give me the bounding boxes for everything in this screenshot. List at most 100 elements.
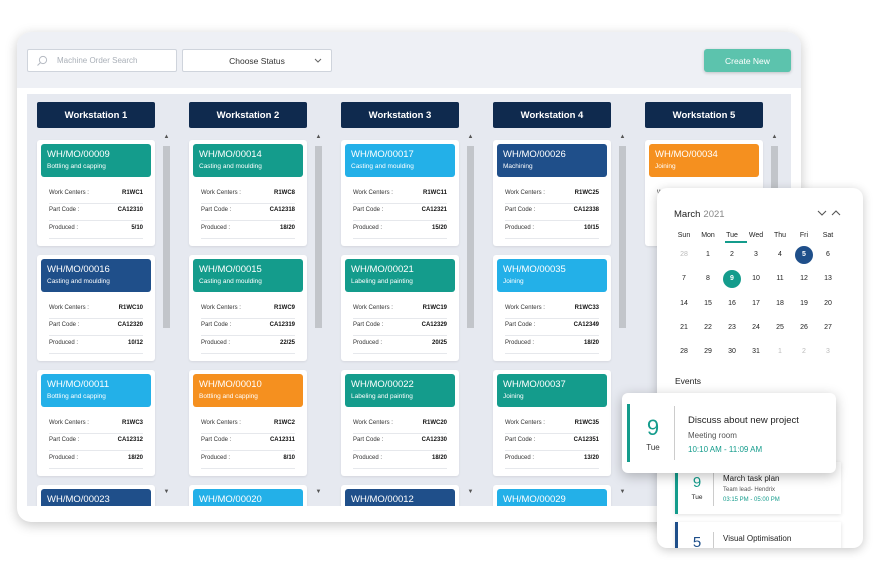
calendar-day[interactable]: 26 [795,319,813,337]
calendar-day[interactable]: 30 [723,343,741,361]
calendar-day[interactable]: 7 [675,270,693,288]
calendar-day[interactable]: 1 [699,246,717,264]
order-process: Bottling and capping [47,163,106,170]
scroll-down-icon[interactable]: ▼ [315,489,322,496]
scroll-up-icon[interactable]: ▲ [315,134,322,141]
scroll-down-icon[interactable]: ▼ [619,489,626,496]
order-card[interactable]: WH/MO/00015 Casting and moulding Work Cent… [189,255,307,361]
order-card[interactable]: WH/MO/00035 Joining Work Centers : R1WC33 Pa… [493,255,611,361]
order-card[interactable]: WH/MO/00026 Machining Work Centers : R1WC25… [493,140,611,246]
calendar-day[interactable]: 27 [819,319,837,337]
chevron-up-icon[interactable] [830,207,842,219]
order-card[interactable]: WH/MO/00017 Casting and moulding Work Cent… [341,140,459,246]
row-divider [201,433,295,434]
produced-label: Produced : [49,455,79,461]
order-card[interactable]: WH/MO/00022 Labeling and painting Work Cen… [341,370,459,476]
work-center-value: R1WC20 [422,420,447,426]
order-id: WH/MO/00020 [199,494,262,505]
search-box[interactable] [27,49,177,72]
calendar-day[interactable]: 23 [723,319,741,337]
order-card[interactable]: WH/MO/00021 Labeling and painting Work Cen… [341,255,459,361]
column-scrollbar[interactable]: ▲▼ [315,134,322,496]
calendar-day[interactable]: 25 [771,319,789,337]
calendar-day[interactable]: 14 [675,295,693,313]
order-card[interactable]: WH/MO/00011 Bottling and capping Work Cent… [37,370,155,476]
calendar-day[interactable]: 19 [795,295,813,313]
calendar-day[interactable]: 18 [771,295,789,313]
produced-row: Produced : 10/12 [49,340,143,352]
calendar-day[interactable]: 16 [723,295,741,313]
scrollbar-thumb[interactable] [467,146,474,328]
calendar-day[interactable]: 3 [819,343,837,361]
events-heading: Events [675,376,701,386]
calendar-day[interactable]: 28 [675,246,693,264]
search-input[interactable] [57,56,167,65]
scrollbar-thumb[interactable] [163,146,170,328]
calendar-day[interactable]: 17 [747,295,765,313]
event-weekday: Tue [691,494,703,501]
calendar-day[interactable]: 12 [795,270,813,288]
scrollbar-thumb[interactable] [619,146,626,328]
calendar-day[interactable]: 13 [819,270,837,288]
scroll-up-icon[interactable]: ▲ [771,134,778,141]
order-card-header: WH/MO/00017 Casting and moulding [345,144,455,177]
calendar-day[interactable]: 31 [747,343,765,361]
create-new-button[interactable]: Create New [704,49,791,72]
calendar-day[interactable]: 11 [771,270,789,288]
calendar-day[interactable]: 6 [819,246,837,264]
status-select[interactable]: Choose Status [182,49,332,72]
row-divider [353,318,447,319]
order-card-header: WH/MO/00015 Casting and moulding [193,259,303,292]
column-header: Workstation 2 [189,102,307,128]
calendar-day[interactable]: 22 [699,319,717,337]
column-scrollbar[interactable]: ▲▼ [163,134,170,496]
scroll-up-icon[interactable]: ▲ [163,134,170,141]
scroll-down-icon[interactable]: ▼ [163,489,170,496]
calendar-month: March 2021 [674,209,725,220]
calendar-day[interactable]: 1 [771,343,789,361]
event-card[interactable]: 5 Visual Optimisation [675,522,841,548]
scroll-up-icon[interactable]: ▲ [467,134,474,141]
calendar-day[interactable]: 2 [723,246,741,264]
event-popup[interactable]: 9 Tue Discuss about new project Meeting … [622,393,836,473]
order-id: WH/MO/00035 [503,264,566,275]
order-card[interactable]: WH/MO/00009 Bottling and capping Work Cent… [37,140,155,246]
order-card[interactable]: WH/MO/00029 [493,485,611,506]
calendar-day[interactable]: 2 [795,343,813,361]
calendar-day[interactable]: 9 [723,270,741,288]
work-center-row: Work Centers : R1WC33 [505,305,599,317]
calendar-day[interactable]: 10 [747,270,765,288]
scroll-down-icon[interactable]: ▼ [467,489,474,496]
calendar-day[interactable]: 21 [675,319,693,337]
work-center-row: Work Centers : R1WC2 [201,420,295,432]
calendar-day[interactable]: 24 [747,319,765,337]
order-card[interactable]: WH/MO/00016 Casting and moulding Work Cent… [37,255,155,361]
scroll-up-icon[interactable]: ▲ [619,134,626,141]
order-card[interactable]: WH/MO/00020 [189,485,307,506]
event-divider [713,532,714,548]
order-card[interactable]: WH/MO/00010 Bottling and capping Work Cent… [189,370,307,476]
calendar-day[interactable]: 28 [675,343,693,361]
popup-day: 9 [646,415,660,440]
calendar-day[interactable]: 29 [699,343,717,361]
part-code-label: Part Code : [49,437,80,443]
calendar-day[interactable]: 3 [747,246,765,264]
column-scrollbar[interactable]: ▲▼ [467,134,474,496]
produced-value: 22/25 [279,340,295,346]
order-id: WH/MO/00034 [655,149,718,160]
order-card[interactable]: WH/MO/00012 [341,485,459,506]
row-divider [353,433,447,434]
order-card[interactable]: WH/MO/00037 Joining Work Centers : R1WC35 Pa… [493,370,611,476]
chevron-down-icon[interactable] [816,207,828,219]
calendar-day[interactable]: 8 [699,270,717,288]
order-card[interactable]: WH/MO/00014 Casting and moulding Work Cent… [189,140,307,246]
work-center-label: Work Centers : [505,420,545,426]
popup-weekday: Tue [646,443,660,452]
calendar-day[interactable]: 20 [819,295,837,313]
calendar-day[interactable]: 5 [795,246,813,264]
order-card[interactable]: WH/MO/00023 [37,485,155,506]
scrollbar-thumb[interactable] [315,146,322,328]
work-center-label: Work Centers : [505,305,545,311]
calendar-day[interactable]: 4 [771,246,789,264]
calendar-day[interactable]: 15 [699,295,717,313]
